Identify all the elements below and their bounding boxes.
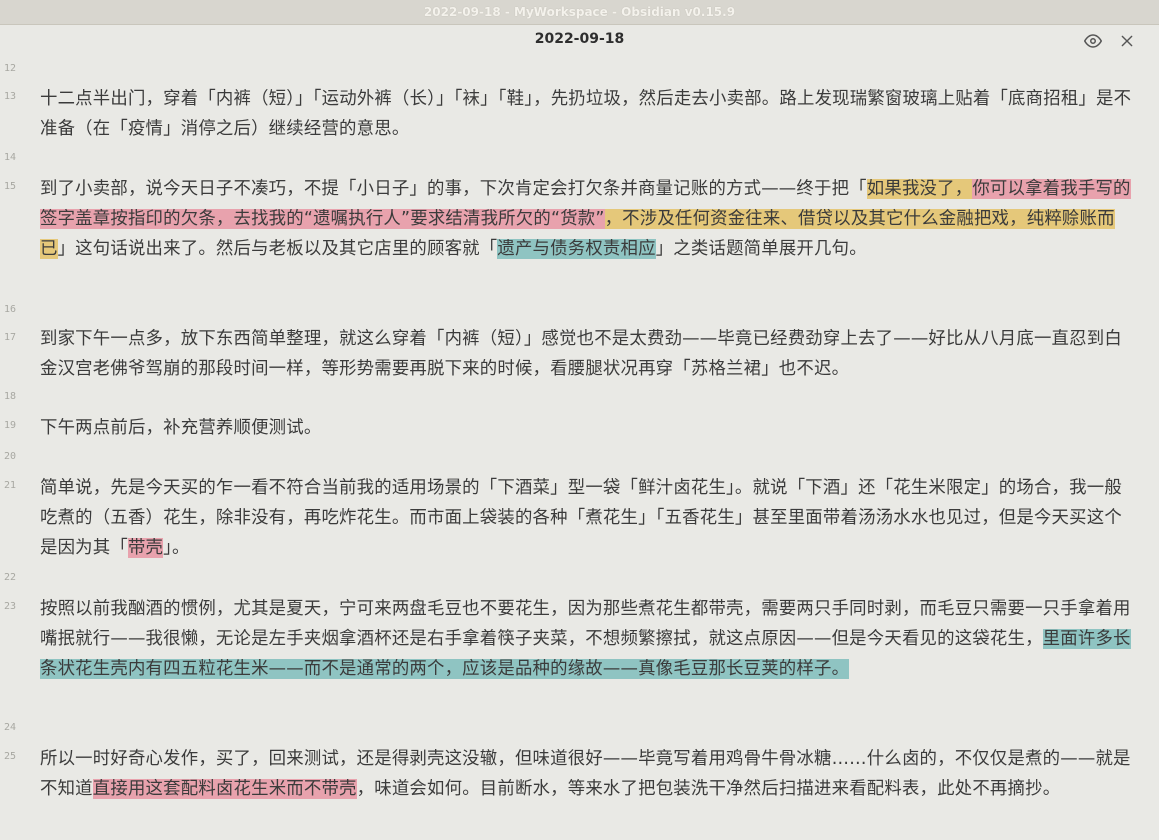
- highlight-pink: 直接用这套配料卤花生米而不带壳: [92, 779, 357, 799]
- line-number: 14: [4, 152, 17, 163]
- line-number: 17: [4, 332, 17, 343]
- line-number: 16: [4, 304, 17, 315]
- text-segment: 下午两点前后，补充营养顺便测试。: [40, 418, 322, 438]
- text-segment: 」这句话说出来了。然后与老板以及其它店里的顾客就「: [57, 239, 498, 259]
- close-icon: [1121, 35, 1133, 47]
- line-number: 23: [4, 601, 17, 612]
- line-number: 24: [4, 722, 17, 733]
- paragraph-text[interactable]: 简单说，先是今天买的乍一看不符合当前我的适用场景的「下酒菜」型一袋「鲜汁卤花生」…: [40, 473, 1138, 563]
- line-number: 12: [4, 63, 17, 74]
- preview-toggle-button[interactable]: [1081, 29, 1105, 53]
- paragraph-text[interactable]: 十二点半出门，穿着「内裤（短）」「运动外裤（长）」「袜」「鞋」，先扔垃圾，然后走…: [40, 84, 1138, 144]
- line-number: 15: [4, 181, 17, 192]
- eye-icon: [1084, 34, 1102, 48]
- line-number: 22: [4, 572, 17, 583]
- highlight-yellow: 如果我没了，: [866, 179, 973, 199]
- close-pane-button[interactable]: [1115, 29, 1139, 53]
- text-segment: 」。: [163, 538, 190, 558]
- window-titlebar: 2022-09-18 - MyWorkspace - Obsidian v0.1…: [0, 0, 1159, 25]
- line-number: 20: [4, 451, 17, 462]
- note-header: 2022-09-18: [0, 25, 1159, 57]
- line-number: 19: [4, 420, 17, 431]
- text-segment: 到了小卖部，说今天日子不凑巧，不提「小日子」的事，下次肯定会打欠条并商量记账的方…: [40, 179, 867, 199]
- highlight-teal: 遗产与债务权责相应: [497, 239, 656, 259]
- line-number: 21: [4, 480, 17, 491]
- text-segment: ，味道会如何。目前断水，等来水了把包装洗干净然后扫描进来看配料表，此处不再摘抄。: [356, 779, 1061, 799]
- paragraph-text[interactable]: 到家下午一点多，放下东西简单整理，就这么穿着「内裤（短）」感觉也不是太费劲——毕…: [40, 324, 1138, 384]
- window-title: 2022-09-18 - MyWorkspace - Obsidian v0.1…: [423, 5, 736, 19]
- text-segment: 简单说，先是今天买的乍一看不符合当前我的适用场景的「下酒菜」型一袋「鲜汁卤花生」…: [40, 478, 1122, 558]
- text-segment: 十二点半出门，穿着「内裤（短）」「运动外裤（长）」「袜」「鞋」，先扔垃圾，然后走…: [40, 89, 1132, 139]
- text-segment: 到家下午一点多，放下东西简单整理，就这么穿着「内裤（短）」感觉也不是太费劲——毕…: [40, 329, 1122, 379]
- note-title: 2022-09-18: [534, 31, 625, 47]
- text-segment: 」之类话题简单展开几句。: [655, 239, 867, 259]
- editor-pane[interactable]: 12 13 十二点半出门，穿着「内裤（短）」「运动外裤（长）」「袜」「鞋」，先扔垃圾…: [0, 57, 1159, 840]
- line-number: 18: [4, 391, 17, 402]
- paragraph-text[interactable]: 下午两点前后，补充营养顺便测试。: [40, 413, 1138, 443]
- paragraph-text[interactable]: 所以一时好奇心发作，买了，回来测试，还是得剥壳这没辙，但味道很好——毕竟写着用鸡…: [40, 744, 1138, 804]
- line-number: 25: [4, 751, 17, 762]
- paragraph-text[interactable]: 到了小卖部，说今天日子不凑巧，不提「小日子」的事，下次肯定会打欠条并商量记账的方…: [40, 174, 1138, 264]
- line-number: 13: [4, 91, 17, 102]
- paragraph-text[interactable]: 按照以前我酗酒的惯例，尤其是夏天，宁可来两盘毛豆也不要花生，因为那些煮花生都带壳…: [40, 594, 1138, 684]
- highlight-pink: 带壳: [127, 538, 164, 558]
- text-segment: 按照以前我酗酒的惯例，尤其是夏天，宁可来两盘毛豆也不要花生，因为那些煮花生都带壳…: [40, 599, 1131, 649]
